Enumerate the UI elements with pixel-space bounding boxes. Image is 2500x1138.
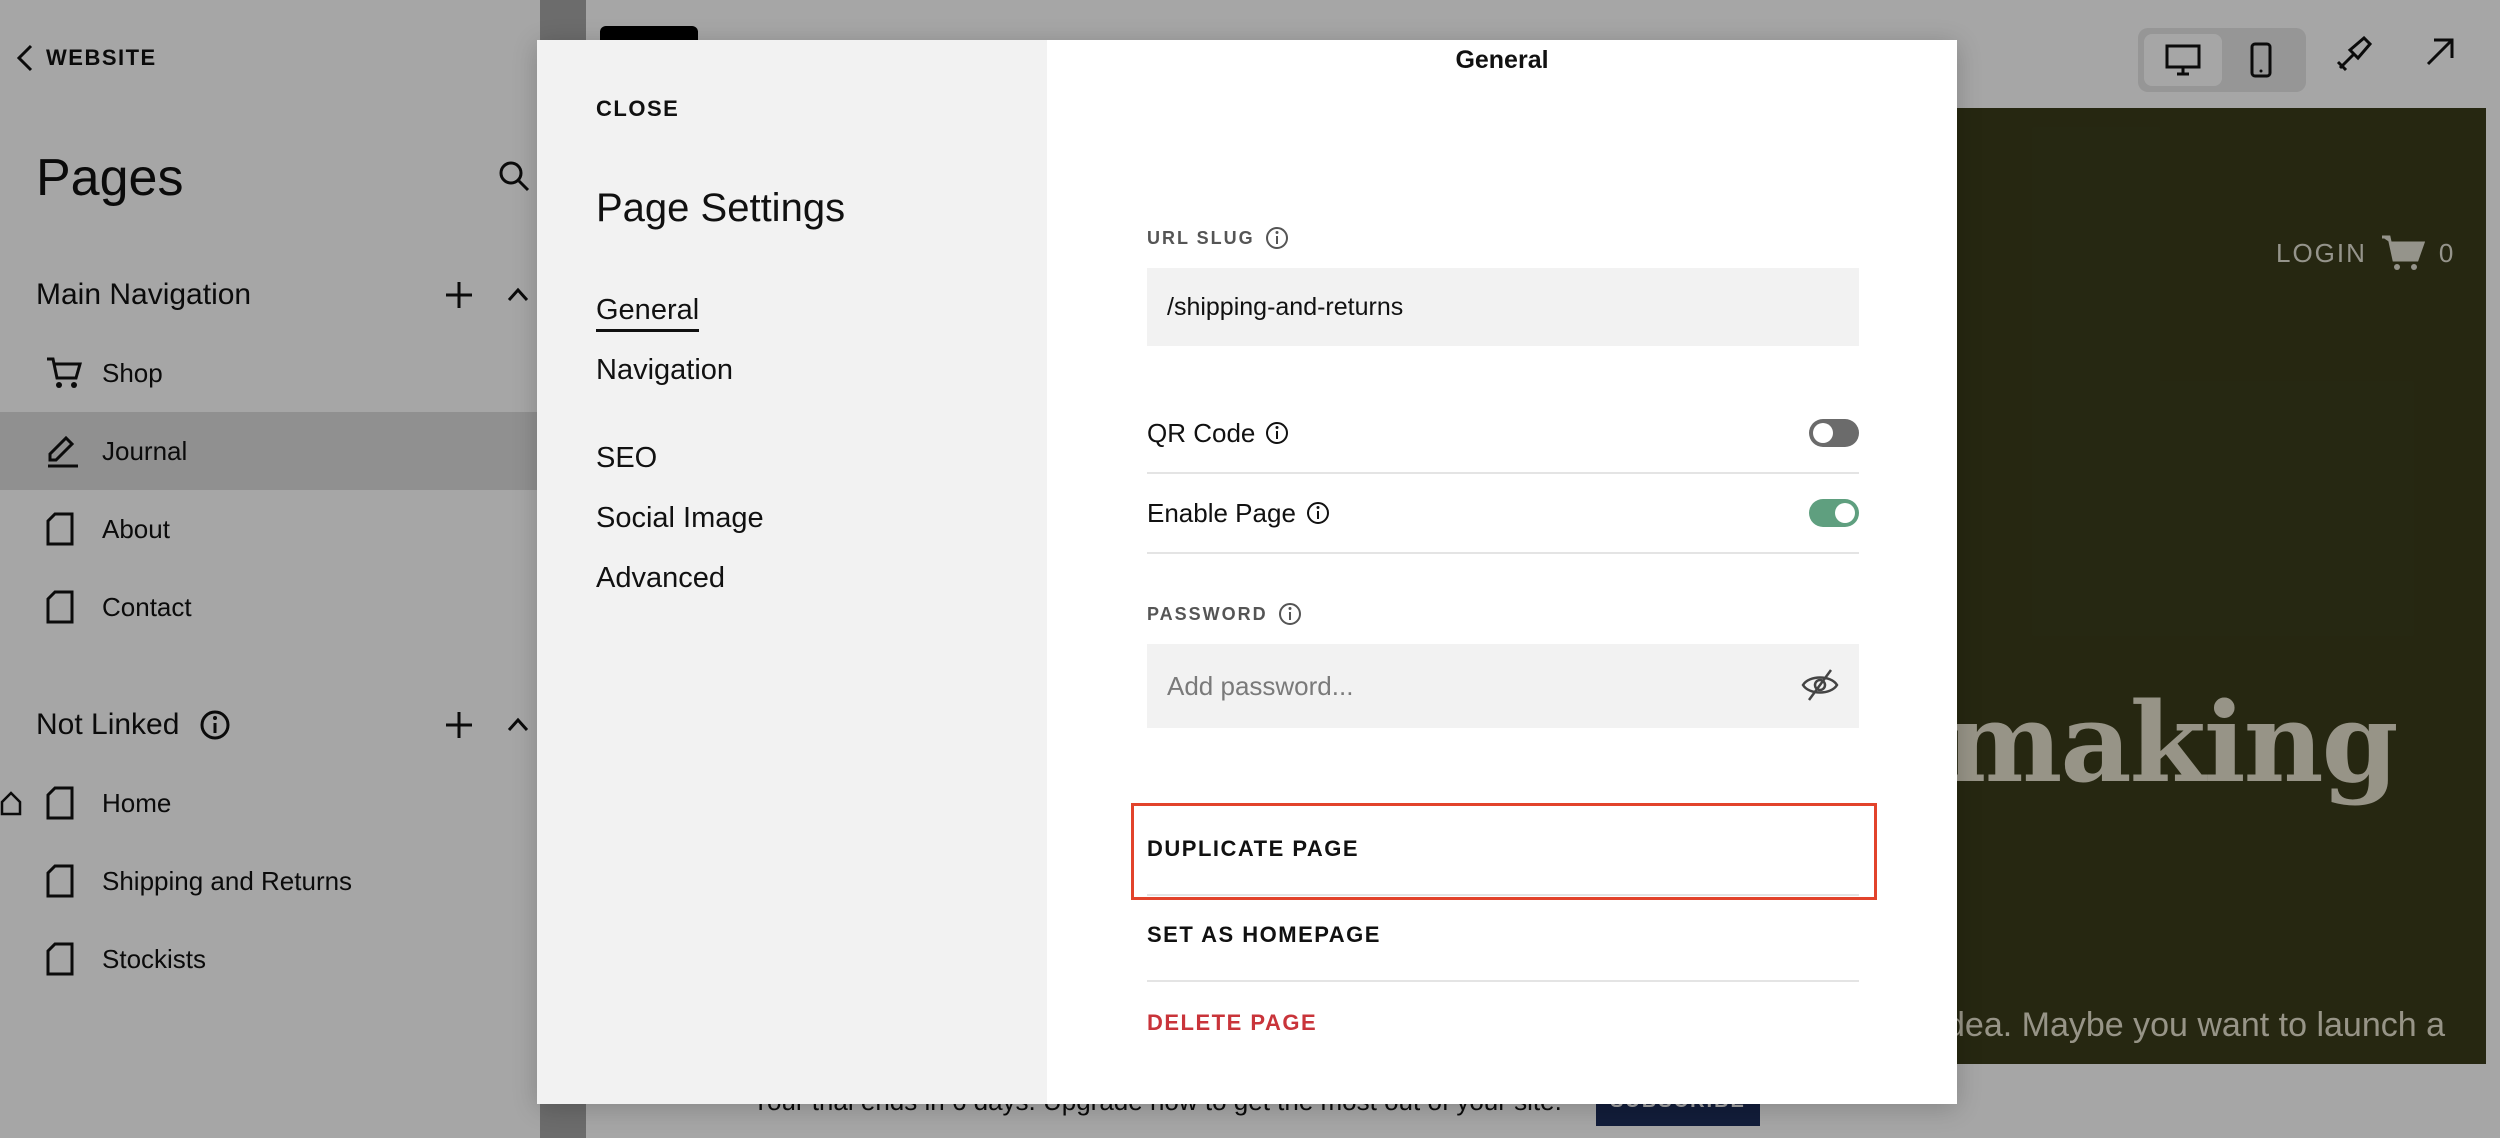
qr-code-row: QR Code bbox=[1147, 394, 1859, 474]
info-icon[interactable] bbox=[1306, 501, 1330, 525]
modal-title: Page Settings bbox=[596, 186, 846, 230]
tab-seo[interactable]: SEO bbox=[596, 442, 657, 475]
password-input[interactable]: Add password... bbox=[1147, 644, 1859, 728]
general-panel: General URL SLUG /shipping-and-returns Q… bbox=[1047, 40, 1957, 1104]
url-slug-input[interactable]: /shipping-and-returns bbox=[1147, 268, 1859, 346]
password-placeholder: Add password... bbox=[1167, 670, 1354, 701]
field-label-text: URL SLUG bbox=[1147, 227, 1255, 248]
info-icon[interactable] bbox=[1265, 226, 1289, 250]
eye-slash-icon[interactable] bbox=[1801, 668, 1839, 702]
close-button[interactable]: CLOSE bbox=[596, 96, 679, 122]
tab-social-image[interactable]: Social Image bbox=[596, 502, 764, 535]
set-as-homepage-button[interactable]: SET AS HOMEPAGE bbox=[1147, 896, 1859, 982]
page-settings-modal: CLOSE Page Settings General Navigation S… bbox=[537, 40, 1957, 1104]
settings-menu: CLOSE Page Settings General Navigation S… bbox=[537, 40, 1047, 1104]
tab-general[interactable]: General bbox=[596, 294, 700, 332]
qr-code-label: QR Code bbox=[1147, 417, 1256, 448]
info-icon[interactable] bbox=[1265, 421, 1289, 445]
info-icon[interactable] bbox=[1278, 602, 1302, 626]
qr-code-label-wrap: QR Code bbox=[1147, 418, 1289, 449]
qr-code-toggle[interactable] bbox=[1809, 419, 1859, 447]
tab-advanced[interactable]: Advanced bbox=[596, 562, 725, 595]
enable-page-row: Enable Page bbox=[1147, 474, 1859, 554]
enable-page-toggle[interactable] bbox=[1809, 499, 1859, 527]
panel-title: General bbox=[1455, 46, 1549, 74]
enable-page-label: Enable Page bbox=[1147, 497, 1296, 528]
tab-navigation[interactable]: Navigation bbox=[596, 354, 733, 387]
field-label-text: PASSWORD bbox=[1147, 603, 1268, 624]
enable-page-label-wrap: Enable Page bbox=[1147, 498, 1330, 529]
url-slug-label: URL SLUG bbox=[1147, 226, 1289, 250]
highlight-box bbox=[1131, 803, 1877, 900]
password-label: PASSWORD bbox=[1147, 602, 1302, 626]
delete-page-button[interactable]: DELETE PAGE bbox=[1147, 984, 1859, 1070]
